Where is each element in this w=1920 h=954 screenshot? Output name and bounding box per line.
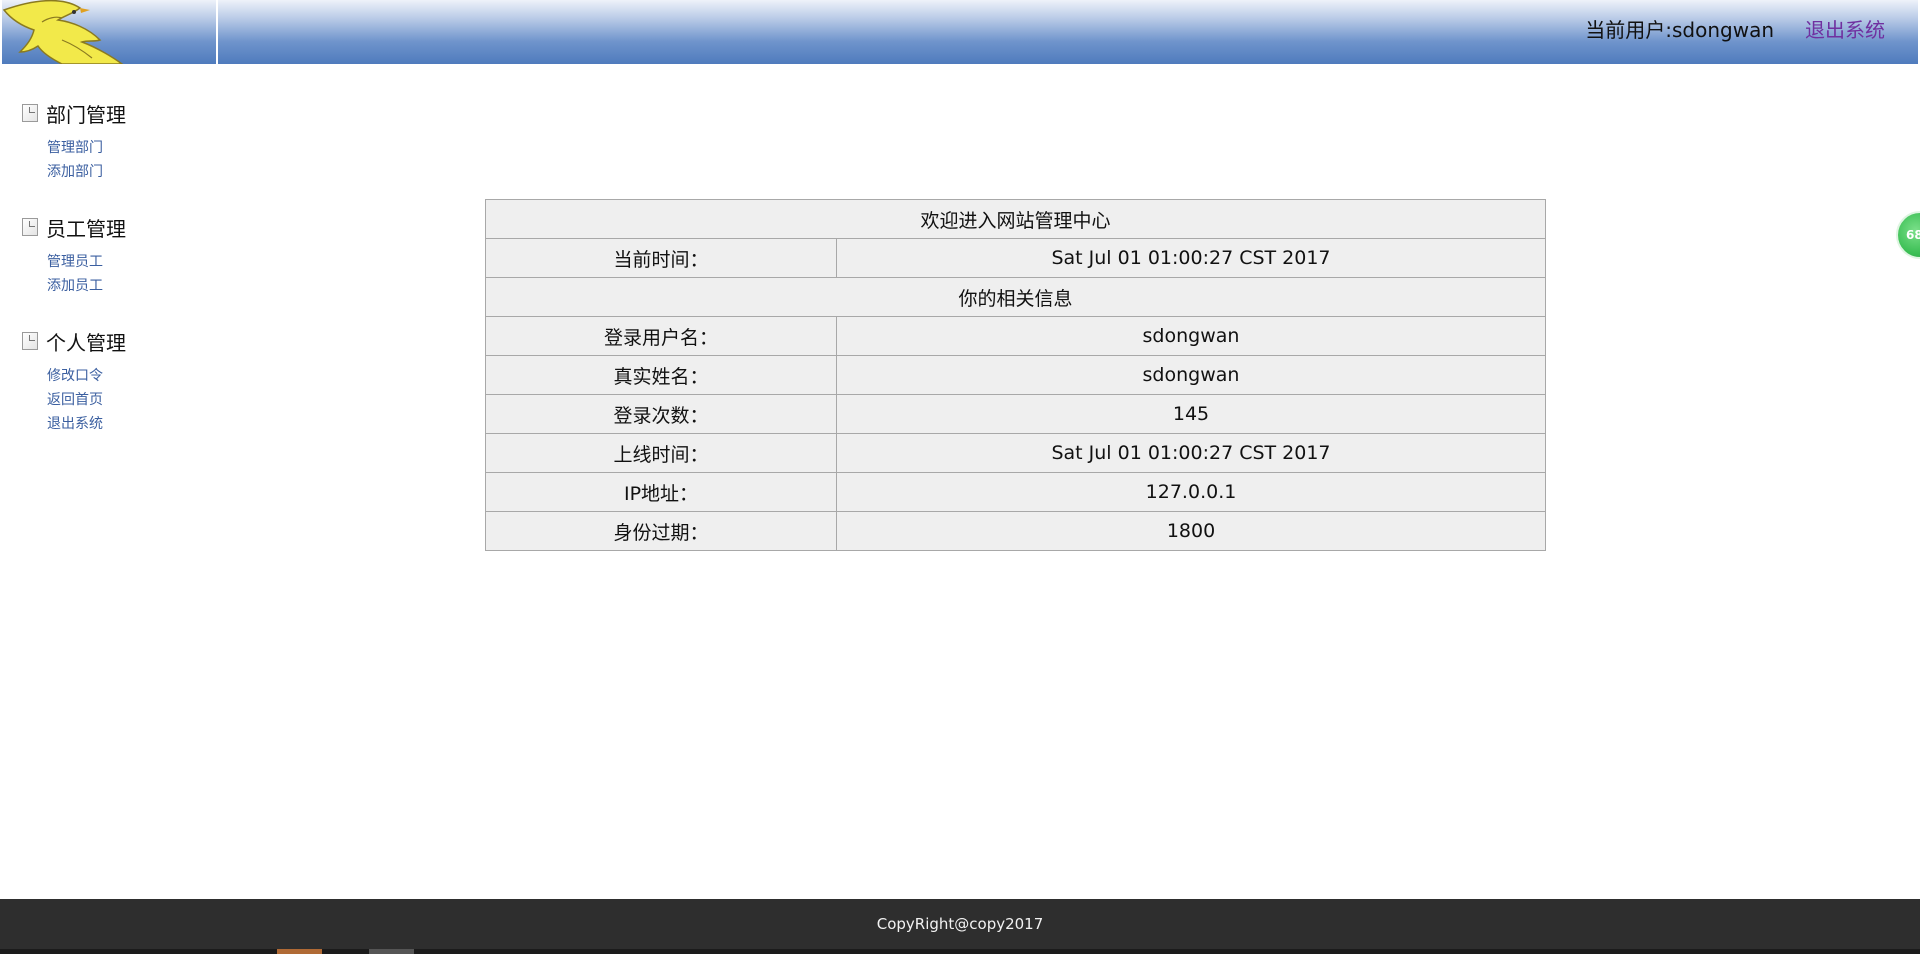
- menu-title-label: 部门管理: [46, 102, 126, 127]
- row-value: 127.0.0.1: [836, 472, 1546, 512]
- sidebar-item-logout[interactable]: 退出系统: [47, 412, 222, 436]
- document-icon: [22, 104, 38, 122]
- sidebar-item-back-home[interactable]: 返回首页: [47, 388, 222, 412]
- table-row: 你的相关信息: [485, 277, 1546, 317]
- table-row: 真实姓名： sdongwan: [485, 355, 1546, 395]
- site-logo: [2, 0, 218, 64]
- row-value: sdongwan: [836, 316, 1546, 356]
- sidebar-item-add-employee[interactable]: 添加员工: [47, 274, 222, 298]
- current-user-label: 当前用户:sdongwan: [1585, 18, 1774, 42]
- taskbar-mark: [369, 949, 414, 954]
- row-value: Sat Jul 01 01:00:27 CST 2017: [836, 433, 1546, 473]
- table-row: 当前时间： Sat Jul 01 01:00:27 CST 2017: [485, 238, 1546, 278]
- info-section-title: 你的相关信息: [485, 277, 1546, 317]
- page-footer: CopyRight@copy2017: [0, 899, 1920, 949]
- menu-title-department[interactable]: 部门管理: [22, 100, 222, 127]
- sidebar-item-add-department[interactable]: 添加部门: [47, 160, 222, 184]
- menu-title-personal[interactable]: 个人管理: [22, 328, 222, 355]
- menu-group-personal: 个人管理 修改口令 返回首页 退出系统: [22, 328, 222, 436]
- table-row: 欢迎进入网站管理中心: [485, 199, 1546, 239]
- taskbar-mark: [277, 949, 322, 954]
- row-label: 登录次数：: [485, 394, 837, 434]
- document-icon: [22, 332, 38, 350]
- table-row: 上线时间： Sat Jul 01 01:00:27 CST 2017: [485, 433, 1546, 473]
- menu-group-employee: 员工管理 管理员工 添加员工: [22, 214, 222, 298]
- sidebar-item-manage-employees[interactable]: 管理员工: [47, 250, 222, 274]
- bird-logo-icon: [2, 0, 124, 64]
- sidebar-item-manage-departments[interactable]: 管理部门: [47, 136, 222, 160]
- header-logout-link[interactable]: 退出系统: [1805, 14, 1885, 43]
- top-header: 当前用户:sdongwan 退出系统: [2, 0, 1918, 64]
- row-label: 登录用户名：: [485, 316, 837, 356]
- sidebar-item-change-password[interactable]: 修改口令: [47, 364, 222, 388]
- row-value: sdongwan: [836, 355, 1546, 395]
- table-row: IP地址： 127.0.0.1: [485, 472, 1546, 512]
- bottom-strip: [0, 949, 1920, 954]
- row-label: 身份过期：: [485, 511, 837, 551]
- table-row: 登录用户名： sdongwan: [485, 316, 1546, 356]
- row-value: 1800: [836, 511, 1546, 551]
- floating-speed-badge[interactable]: 68: [1896, 211, 1920, 259]
- menu-group-department: 部门管理 管理部门 添加部门: [22, 100, 222, 184]
- menu-title-employee[interactable]: 员工管理: [22, 214, 222, 241]
- sidebar-nav: 部门管理 管理部门 添加部门 员工管理 管理员工 添加员工 个人管理 修改口令 …: [22, 100, 222, 466]
- table-row: 身份过期： 1800: [485, 511, 1546, 551]
- current-time-value: Sat Jul 01 01:00:27 CST 2017: [836, 238, 1546, 278]
- document-icon: [22, 218, 38, 236]
- current-time-label: 当前时间：: [485, 238, 837, 278]
- user-info-table: 欢迎进入网站管理中心 当前时间： Sat Jul 01 01:00:27 CST…: [485, 199, 1546, 551]
- copyright-text: CopyRight@copy2017: [876, 915, 1044, 933]
- table-row: 登录次数： 145: [485, 394, 1546, 434]
- menu-title-label: 个人管理: [46, 330, 126, 355]
- row-label: IP地址：: [485, 472, 837, 512]
- welcome-title: 欢迎进入网站管理中心: [485, 199, 1546, 239]
- row-label: 上线时间：: [485, 433, 837, 473]
- row-value: 145: [836, 394, 1546, 434]
- menu-title-label: 员工管理: [46, 216, 126, 241]
- row-label: 真实姓名：: [485, 355, 837, 395]
